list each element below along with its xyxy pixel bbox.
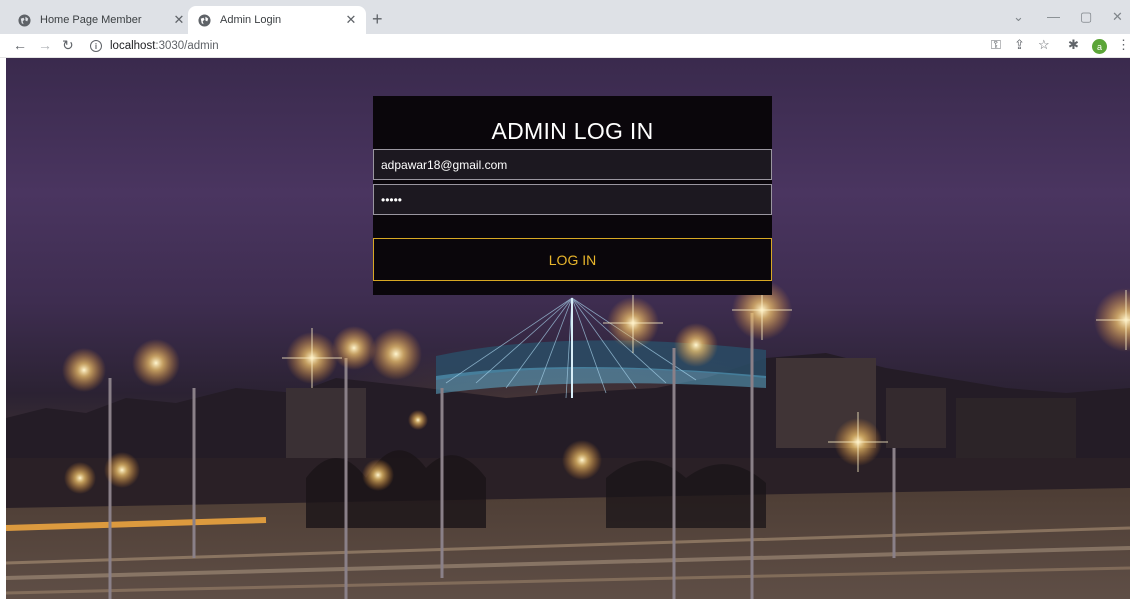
browser-tab-bar: Home Page Member ✕ Admin Login ✕ + ⌄ — ▢…: [0, 0, 1130, 34]
minimize-button[interactable]: —: [1047, 9, 1060, 24]
info-icon[interactable]: i: [90, 40, 102, 52]
url-path: :3030/admin: [155, 40, 219, 52]
password-field[interactable]: •••••: [373, 184, 772, 215]
close-icon[interactable]: ✕: [342, 12, 360, 28]
key-icon[interactable]: ⚿: [991, 38, 1001, 52]
menu-icon[interactable]: ⋮: [1117, 38, 1130, 52]
address-bar[interactable]: i localhost:3030/admin: [90, 37, 219, 55]
chevron-down-icon[interactable]: ⌄: [1013, 9, 1024, 25]
tab-home-page-member[interactable]: Home Page Member ✕: [8, 6, 194, 34]
url-host: localhost: [110, 40, 156, 52]
back-icon[interactable]: ←: [13, 38, 27, 52]
tab-title: Admin Login: [220, 14, 282, 26]
close-icon[interactable]: ✕: [170, 12, 188, 28]
extensions-icon[interactable]: ✱: [1068, 38, 1079, 52]
tab-admin-login[interactable]: Admin Login ✕: [188, 6, 366, 34]
admin-login-form: ADMIN LOG IN adpawar18@gmail.com ••••• L…: [373, 96, 772, 295]
maximize-button[interactable]: ▢: [1080, 9, 1092, 25]
login-button[interactable]: LOG IN: [373, 238, 772, 281]
star-icon[interactable]: ☆: [1038, 38, 1050, 52]
login-title: ADMIN LOG IN: [491, 118, 654, 144]
page-background: ADMIN LOG IN adpawar18@gmail.com ••••• L…: [6, 58, 1130, 599]
new-tab-button[interactable]: +: [372, 10, 383, 28]
forward-icon[interactable]: →: [38, 38, 52, 52]
browser-toolbar: ← → ↻ i localhost:3030/admin ⚿ ⇪ ☆ ✱ a ⋮: [0, 34, 1130, 58]
globe-icon: [198, 13, 211, 27]
close-window-button[interactable]: ✕: [1112, 9, 1123, 25]
reload-icon[interactable]: ↻: [62, 38, 74, 52]
tab-title: Home Page Member: [40, 14, 142, 26]
email-field[interactable]: adpawar18@gmail.com: [373, 149, 772, 180]
globe-icon: [18, 13, 31, 27]
avatar[interactable]: a: [1092, 39, 1107, 54]
share-icon[interactable]: ⇪: [1014, 38, 1025, 52]
